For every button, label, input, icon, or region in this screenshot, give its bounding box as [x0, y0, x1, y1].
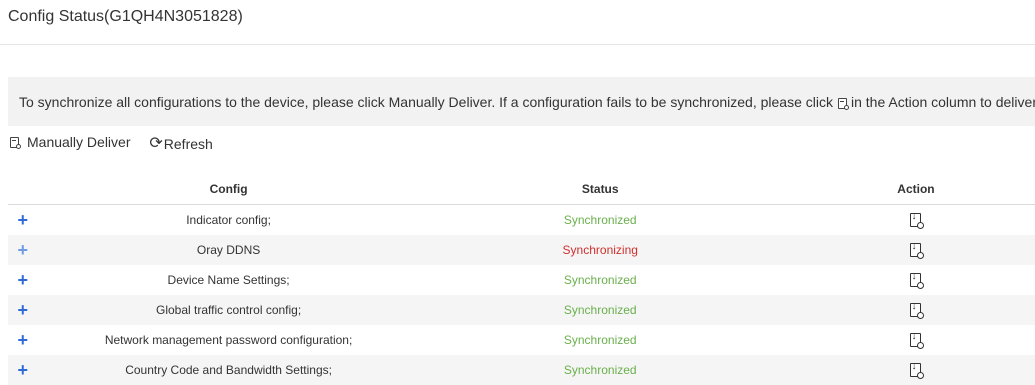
deliver-doc-icon: [837, 98, 849, 110]
row-expand-cell: +: [8, 265, 38, 295]
config-cell: Indicator config;: [186, 213, 271, 227]
expand-row-icon[interactable]: +: [18, 240, 29, 260]
deliver-action-icon[interactable]: [910, 301, 925, 320]
table-row: + Global traffic control config; Synchro…: [8, 295, 1035, 325]
header-expand: [8, 174, 38, 205]
table-header-row: Config Status Action: [8, 174, 1035, 205]
notice-text-after: in the Action column to deliver: [850, 94, 1035, 110]
manually-deliver-label: Manually Deliver: [27, 134, 131, 150]
table-row: + Indicator config; Synchronized: [8, 205, 1035, 236]
action-cell: [781, 325, 1035, 355]
deliver-action-icon[interactable]: [910, 361, 925, 380]
row-expand-cell: +: [8, 355, 38, 385]
header-action: Action: [780, 174, 1035, 205]
row-expand-cell: +: [8, 295, 38, 325]
deliver-action-icon[interactable]: [910, 331, 925, 350]
page-header: Config Status(G1QH4N3051828): [0, 0, 1035, 45]
deliver-action-icon[interactable]: [910, 271, 925, 290]
notice-text: To synchronize all configurations to the…: [19, 94, 1035, 110]
expand-row-icon[interactable]: +: [18, 270, 29, 290]
expand-row-icon[interactable]: +: [18, 330, 29, 350]
header-config: Config: [37, 174, 420, 205]
refresh-icon: ⟳: [149, 134, 163, 152]
status-cell: Synchronized: [563, 213, 637, 227]
table-row: + Oray DDNS Synchronizing: [8, 235, 1035, 265]
table-row: + Network management password configurat…: [8, 325, 1035, 355]
expand-row-icon[interactable]: +: [18, 300, 29, 320]
toolbar: Manually Deliver ⟳ Refresh: [10, 134, 213, 152]
header-status: Status: [419, 174, 781, 205]
expand-row-icon[interactable]: +: [18, 360, 29, 380]
status-cell: Synchronized: [419, 295, 781, 325]
action-cell: [780, 235, 1035, 265]
row-expand-cell: +: [8, 325, 38, 355]
manually-deliver-button[interactable]: Manually Deliver: [10, 134, 130, 150]
action-cell: [780, 355, 1035, 385]
action-cell: [781, 205, 1035, 236]
notice-text-before: To synchronize all configurations to the…: [19, 94, 833, 110]
config-cell: Global traffic control config;: [37, 295, 420, 325]
status-cell: Synchronized: [563, 333, 637, 347]
table-row: + Country Code and Bandwidth Settings; S…: [8, 355, 1035, 385]
deliver-action-icon[interactable]: [910, 241, 925, 260]
deliver-action-icon[interactable]: [910, 211, 925, 230]
status-cell: Synchronizing: [419, 235, 781, 265]
deliver-doc-icon: [10, 136, 21, 149]
config-cell: Device Name Settings;: [167, 273, 290, 287]
row-expand-cell: +: [8, 205, 38, 236]
action-cell: [781, 265, 1035, 295]
table-row: + Device Name Settings; Synchronized: [8, 265, 1035, 295]
sync-notice: To synchronize all configurations to the…: [8, 77, 1035, 126]
refresh-button[interactable]: ⟳ Refresh: [149, 134, 213, 152]
config-status-table: Config Status Action + Indicator config;…: [8, 174, 1035, 385]
config-cell: Oray DDNS: [37, 235, 420, 265]
row-expand-cell: +: [8, 235, 38, 265]
config-cell: Network management password configuratio…: [104, 333, 353, 347]
status-cell: Synchronized: [563, 273, 637, 287]
page-title: Config Status(G1QH4N3051828): [8, 8, 243, 25]
action-cell: [780, 295, 1035, 325]
refresh-label: Refresh: [163, 135, 213, 152]
expand-row-icon[interactable]: +: [18, 210, 29, 230]
config-cell: Country Code and Bandwidth Settings;: [37, 355, 420, 385]
status-cell: Synchronized: [419, 355, 781, 385]
